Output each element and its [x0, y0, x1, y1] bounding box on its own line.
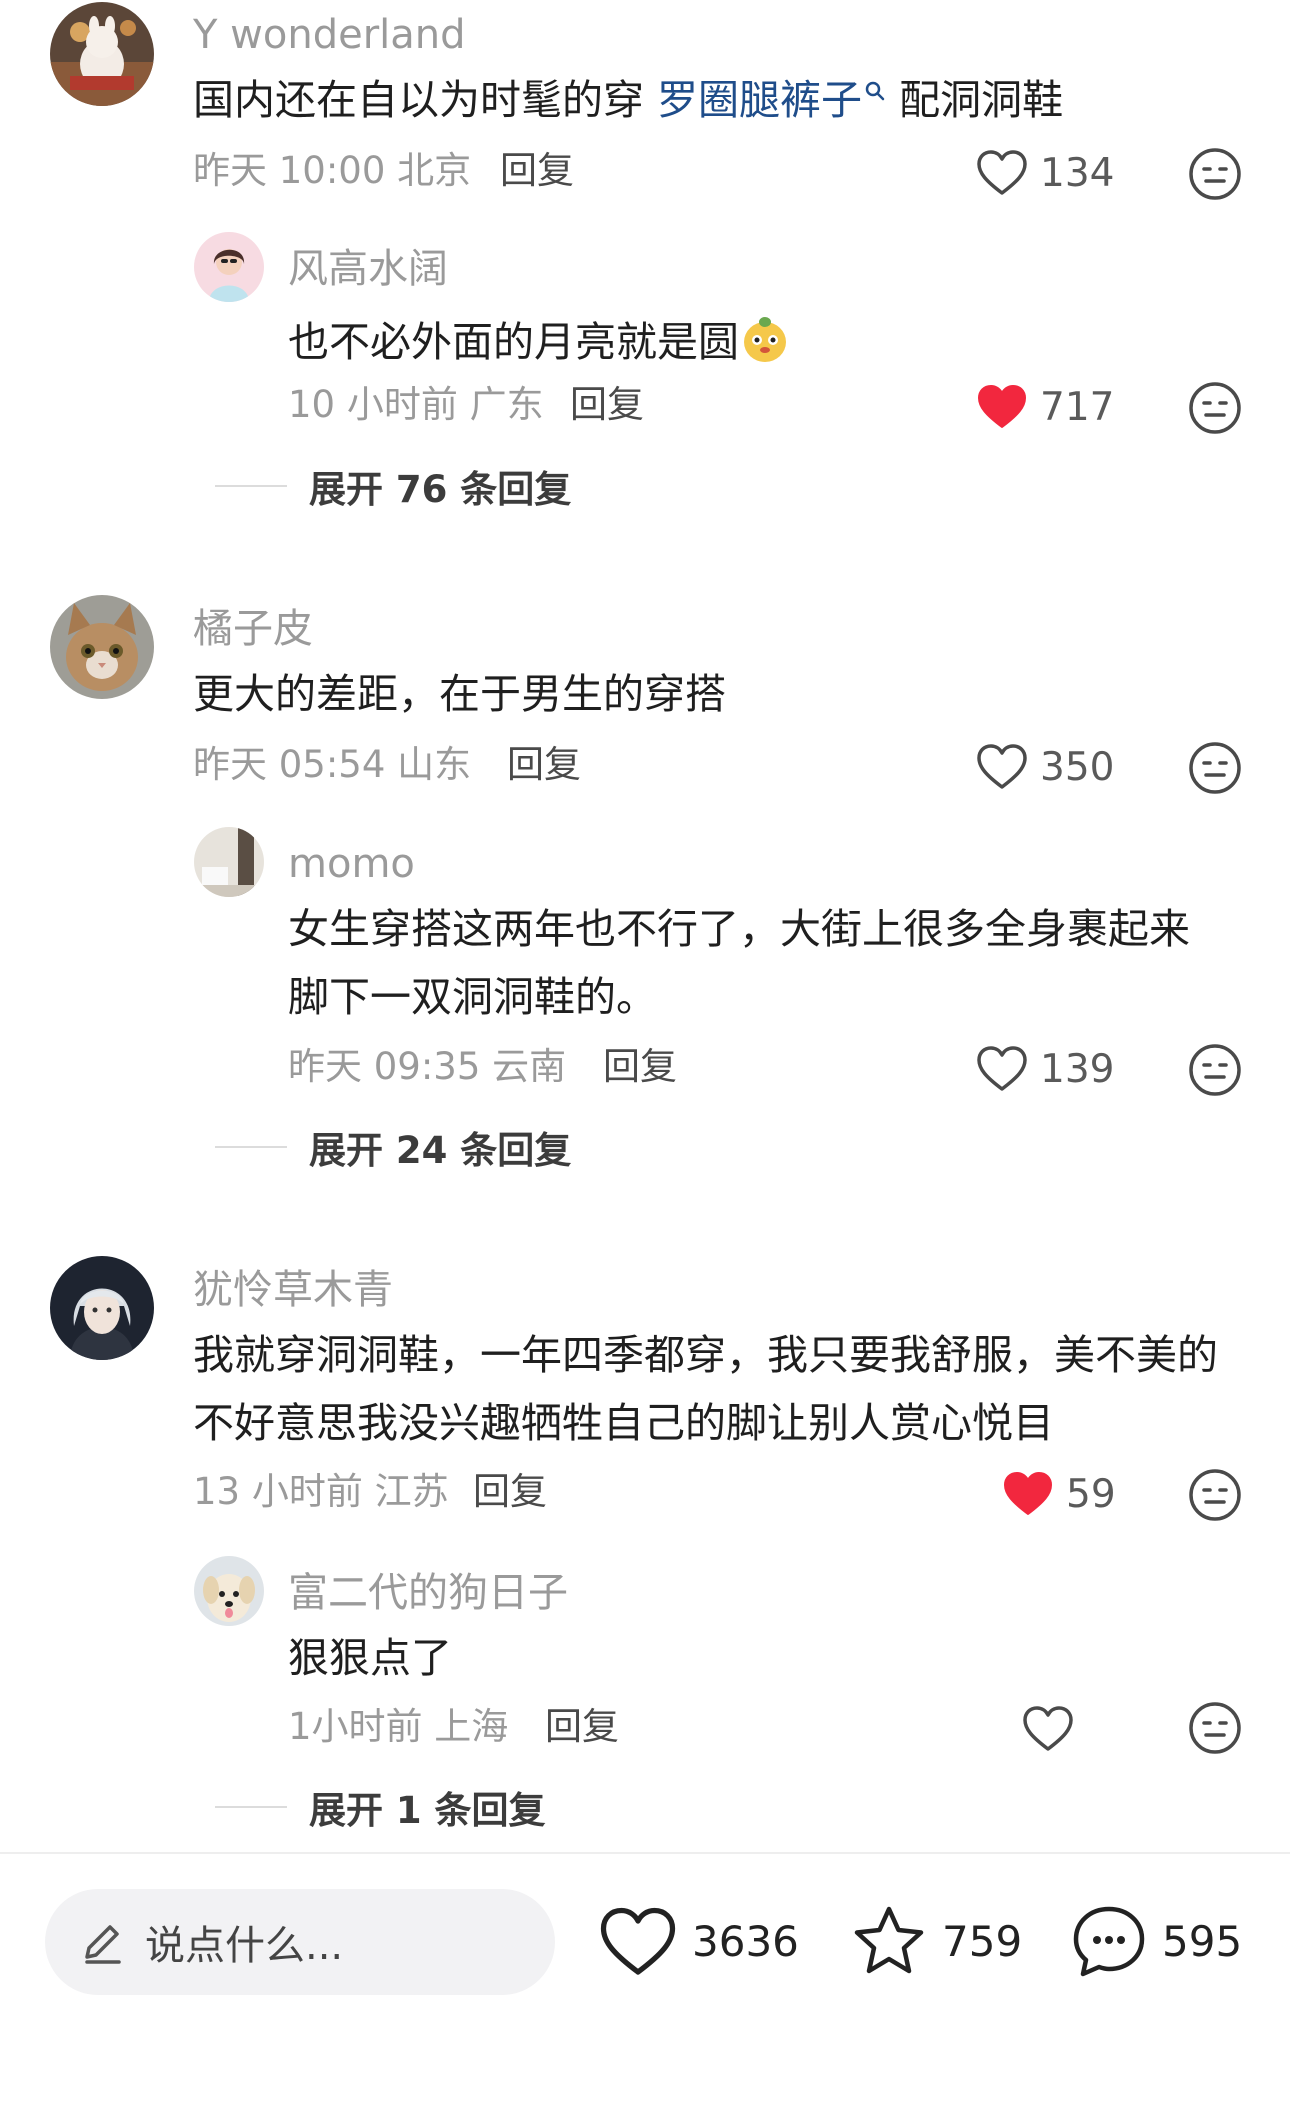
- heart-outline-icon: [1023, 1706, 1073, 1751]
- emoji-sticker-icon: [744, 317, 786, 362]
- dislike-face-icon[interactable]: [1188, 1043, 1242, 1097]
- like-count: 134: [1040, 150, 1115, 196]
- comment-meta: 昨天 09:35 云南: [288, 1045, 567, 1088]
- dislike-face-icon[interactable]: [1188, 147, 1242, 201]
- like-button[interactable]: 350: [976, 737, 1114, 797]
- avatar[interactable]: [50, 2, 154, 106]
- comment-meta: 昨天 05:54 山东: [193, 743, 472, 786]
- comment-count: 595: [1162, 1917, 1243, 1966]
- username[interactable]: 富二代的狗日子: [288, 1573, 568, 1613]
- heart-outline-icon: [600, 1907, 676, 1975]
- heart-outline-icon: [977, 150, 1027, 195]
- favorite-count: 759: [942, 1917, 1023, 1966]
- pencil-icon: [85, 1925, 121, 1964]
- like-count: 717: [1040, 384, 1115, 430]
- comment-text-line: 不好意思我没兴趣牺牲自己的脚让别人赏心悦目: [193, 1399, 1054, 1447]
- expand-replies-button[interactable]: 展开 24 条回复: [215, 1125, 571, 1172]
- comment-text: 狠狠点了: [288, 1634, 452, 1682]
- heart-filled-icon: [978, 385, 1026, 428]
- avatar[interactable]: [194, 827, 264, 897]
- like-button[interactable]: 59: [1002, 1464, 1116, 1524]
- divider: [215, 1146, 287, 1148]
- dislike-face-icon[interactable]: [1188, 1701, 1242, 1755]
- comment-text: 国内还在自以为时髦的穿 罗圈腿裤子 配洞洞鞋: [193, 80, 1063, 121]
- dislike-face-icon[interactable]: [1188, 1468, 1242, 1522]
- dislike-face-icon[interactable]: [1188, 741, 1242, 795]
- expand-replies-label: 展开 76 条回复: [309, 468, 572, 511]
- reply-button[interactable]: 回复: [570, 386, 644, 423]
- dislike-face-icon[interactable]: [1188, 381, 1242, 435]
- comment-bubble-icon: [1073, 1906, 1145, 1977]
- divider: [215, 1806, 287, 1808]
- expand-replies-button[interactable]: 展开 1 条回复: [215, 1785, 546, 1832]
- heart-outline-icon: [977, 1046, 1027, 1091]
- comment-text-line: 我就穿洞洞鞋，一年四季都穿，我只要我舒服，美不美的: [193, 1331, 1218, 1379]
- reply-button[interactable]: 回复: [603, 1048, 677, 1085]
- comment-text-line: 脚下一双洞洞鞋的。: [288, 973, 657, 1021]
- expand-replies-label: 展开 1 条回复: [309, 1789, 546, 1832]
- username[interactable]: 橘子皮: [193, 609, 313, 649]
- avatar[interactable]: [194, 232, 264, 302]
- like-count: 139: [1040, 1046, 1115, 1092]
- expand-replies-button[interactable]: 展开 76 条回复: [215, 464, 571, 511]
- like-button[interactable]: 139: [976, 1039, 1114, 1099]
- like-count: 350: [1040, 744, 1115, 790]
- username[interactable]: 风高水阔: [288, 249, 448, 289]
- heart-outline-icon: [977, 744, 1027, 789]
- avatar[interactable]: [50, 1256, 154, 1360]
- username[interactable]: 犹怜草木青: [193, 1270, 393, 1310]
- avatar[interactable]: [50, 595, 154, 699]
- comment-text: 也不必外面的月亮就是圆: [288, 314, 789, 364]
- comment-text-line: 女生穿搭这两年也不行了，大街上很多全身裹起来: [288, 905, 1190, 953]
- reply-button[interactable]: 回复: [500, 152, 574, 189]
- comment-meta: 昨天 10:00 北京: [193, 149, 472, 192]
- reply-button[interactable]: 回复: [473, 1473, 547, 1510]
- like-button[interactable]: 134: [976, 143, 1114, 203]
- search-small-icon[interactable]: [864, 80, 886, 102]
- comment-text-part: 配洞洞鞋: [886, 76, 1064, 124]
- favorite-button[interactable]: 759: [850, 1899, 1022, 1985]
- comment-input[interactable]: 说点什么...: [45, 1889, 555, 1995]
- like-button[interactable]: [1022, 1699, 1086, 1759]
- bottom-action-bar: 说点什么... 3636 759 595: [0, 1852, 1290, 2126]
- reply-button[interactable]: 回复: [507, 746, 581, 783]
- comment-meta: 13 小时前 江苏: [193, 1470, 449, 1513]
- like-button[interactable]: 717: [976, 377, 1114, 437]
- star-icon: [854, 1906, 924, 1974]
- avatar[interactable]: [194, 1556, 264, 1626]
- comment-text: 更大的差距，在于男生的穿搭: [193, 670, 726, 718]
- username[interactable]: Y wonderland: [193, 15, 466, 55]
- post-like-count: 3636: [692, 1917, 799, 1966]
- divider: [215, 485, 287, 487]
- reply-button[interactable]: 回复: [545, 1708, 619, 1745]
- comment-count-button[interactable]: 595: [1070, 1899, 1242, 1985]
- comment-input-placeholder: 说点什么...: [145, 1923, 344, 1969]
- heart-filled-icon: [1004, 1472, 1052, 1515]
- search-link[interactable]: 罗圈腿裤子: [657, 76, 862, 124]
- post-like-button[interactable]: 3636: [598, 1899, 799, 1985]
- comment-text-part: 国内还在自以为时髦的穿: [193, 76, 658, 124]
- comment-meta: 1小时前 上海: [288, 1705, 509, 1748]
- like-count: 59: [1066, 1471, 1116, 1517]
- comment-meta: 10 小时前 广东: [288, 383, 544, 426]
- comment-text-part: 也不必外面的月亮就是圆: [288, 318, 739, 366]
- expand-replies-label: 展开 24 条回复: [309, 1129, 572, 1172]
- username[interactable]: momo: [288, 844, 415, 884]
